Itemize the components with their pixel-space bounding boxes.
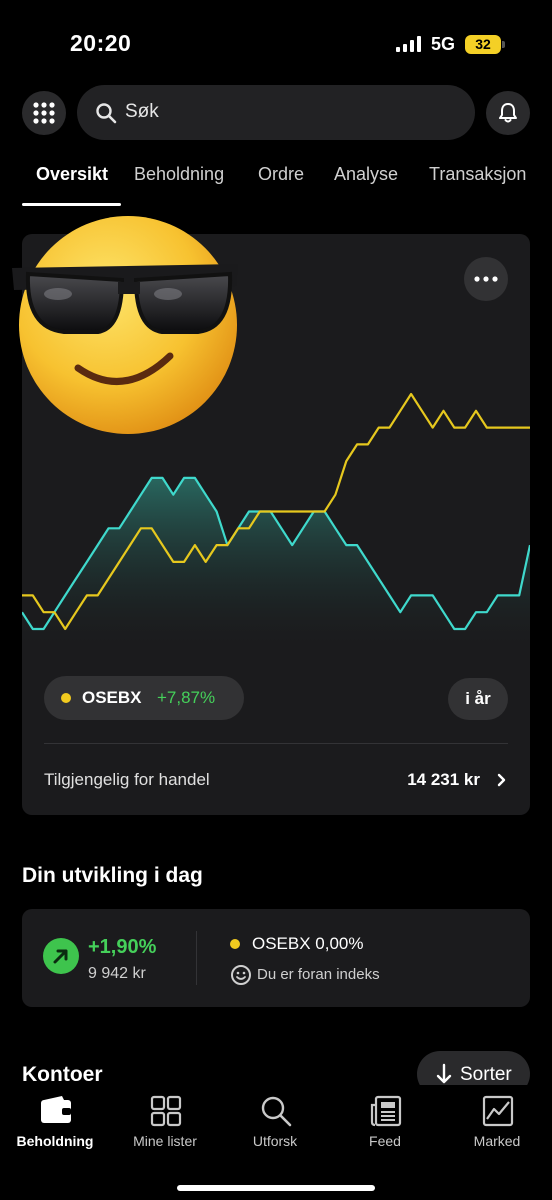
index-name: OSEBX [82,688,142,707]
arrow-up-right-icon [53,949,68,964]
nav-utforsk[interactable]: Utforsk [220,1085,330,1165]
signal-icon [396,36,421,52]
index-dot [61,693,71,703]
grid-list-icon [150,1095,182,1127]
development-status: Du er foran indeks [257,966,380,983]
search-bar[interactable] [77,85,475,140]
battery-icon: 32 [465,35,501,54]
tab-beholdning[interactable]: Beholdning [134,164,224,185]
tab-transaksjon[interactable]: Transaksjon [429,164,526,185]
accounts-title: Kontoer [22,1063,103,1086]
nav-label: Utforsk [252,1133,298,1149]
nav-beholdning[interactable]: Beholdning [0,1085,110,1165]
status-time: 20:20 [70,30,132,56]
smile-icon [231,965,251,985]
nav-feed[interactable]: Feed [330,1085,440,1165]
development-amount: 9 942 kr [88,965,146,982]
index-change: +7,87% [157,688,216,707]
index-compare-pill[interactable]: OSEBX +7,87% [44,676,244,720]
available-for-trading-value[interactable]: 14 231 kr [407,770,480,790]
more-dots-icon [474,276,498,282]
status-bar: 20:20 5G 32 [0,0,552,80]
period-selector-button[interactable]: i år [448,678,508,720]
search-input[interactable] [125,99,445,125]
index-development: OSEBX 0,00% [252,934,364,953]
sunglasses-emoji [12,216,238,434]
up-arrow-badge [43,938,79,974]
active-tab-indicator [22,203,121,206]
tab-analyse[interactable]: Analyse [334,164,398,185]
nav-label: Feed [369,1133,401,1149]
home-indicator [177,1185,375,1191]
available-for-trading-label[interactable]: Tilgjengelig for handel [44,770,210,790]
tab-oversikt[interactable]: Oversikt [36,164,108,185]
nav-label: Beholdning [16,1133,94,1149]
divider [44,743,508,744]
arrow-down-icon [436,1063,452,1084]
newspaper-icon [370,1095,402,1127]
notifications-button[interactable] [486,91,530,135]
wallet-icon [41,1096,71,1123]
grid-dots-icon [33,102,55,124]
sort-label: Sorter [460,1064,512,1085]
network-label: 5G [431,34,456,54]
portfolio-area [22,477,530,644]
chevron-right-icon[interactable] [497,773,507,787]
chart-icon [482,1095,514,1127]
more-options-button[interactable] [464,257,508,301]
development-card[interactable]: +1,90% 9 942 kr OSEBX 0,00% Du er foran … [22,909,530,1007]
search-icon [261,1096,292,1127]
nav-label: Mine lister [133,1133,197,1149]
bottom-navigation: Beholdning Mine lister Utforsk Feed Mark… [0,1085,552,1200]
bell-icon [499,103,517,123]
tab-bar: Oversikt Beholdning Ordre Analyse Transa… [0,160,552,210]
menu-grid-button[interactable] [22,91,66,135]
battery-cap [502,41,505,48]
nav-mine-lister[interactable]: Mine lister [110,1085,220,1165]
divider [196,931,197,985]
nav-marked[interactable]: Marked [442,1085,552,1165]
development-title: Din utvikling i dag [22,864,203,887]
nav-label: Marked [473,1133,521,1149]
search-icon [96,103,117,124]
development-change: +1,90% [88,936,157,958]
tab-ordre[interactable]: Ordre [258,164,304,185]
index-dot [230,939,240,949]
